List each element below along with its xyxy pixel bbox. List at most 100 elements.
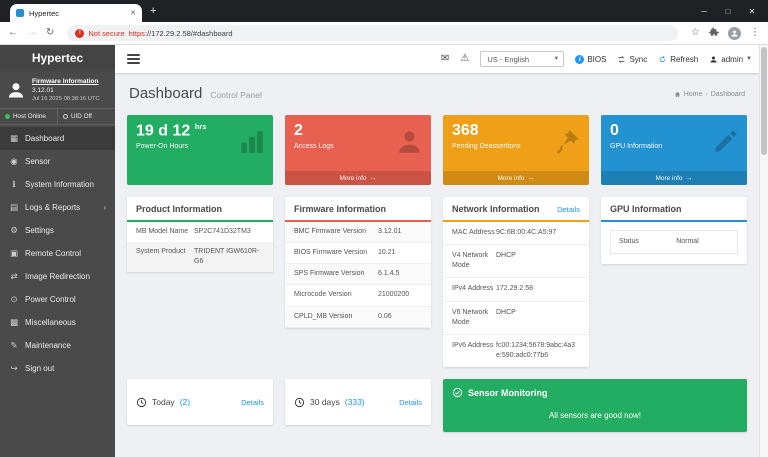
chevron-down-icon: ▼	[746, 56, 752, 62]
more-info-link[interactable]: More info	[601, 171, 747, 185]
remote-control-icon: ▣	[9, 248, 19, 259]
sensor-monitoring-panel: Sensor Monitoring All sensors are good n…	[443, 379, 747, 432]
language-select[interactable]: US - English ▼	[480, 51, 564, 67]
clock-icon	[136, 397, 147, 408]
brand-logo: Hypertec	[0, 45, 115, 71]
row-value: TRIDENT IGW610R-G6	[194, 247, 264, 267]
sidebar-item-miscellaneous[interactable]: ▩ Miscellaneous	[0, 311, 115, 334]
month-details-link[interactable]: Details	[399, 398, 422, 407]
more-info-link[interactable]: More info	[443, 171, 589, 185]
uid-led-icon	[63, 114, 68, 119]
row-label: SPS Firmware Version	[294, 269, 378, 279]
sidebar-item-dashboard[interactable]: ▦ Dashboard	[0, 127, 115, 150]
row-value: DHCP	[496, 308, 580, 328]
today-details-link[interactable]: Details	[241, 398, 264, 407]
row-value: fc00:1234:5678:9abc:4a3e:590:adc0:77b6	[496, 341, 580, 361]
browser-profile-avatar[interactable]	[728, 27, 741, 40]
scrollbar-thumb[interactable]	[761, 47, 767, 155]
sidebar-item-sensor[interactable]: ◉ Sensor	[0, 150, 115, 173]
sidebar-item-maintenance[interactable]: ✎ Maintenance	[0, 334, 115, 357]
sidebar-item-sign-out[interactable]: ↪ Sign out	[0, 357, 115, 380]
row-value: 3.12.01	[378, 227, 422, 237]
network-details-link[interactable]: Details	[557, 205, 580, 214]
new-tab-button[interactable]: +	[150, 5, 156, 17]
main-area: ✉ ⚠ US - English ▼ i BIOS Sync	[115, 45, 768, 457]
row-value: SP2C741D32TM3	[194, 227, 251, 237]
browser-tab[interactable]: Hypertec ✕	[10, 4, 142, 22]
check-circle-icon	[452, 387, 463, 398]
host-online-dot-icon	[5, 114, 10, 119]
sidebar-item-image-redirection[interactable]: ⇄ Image Redirection	[0, 265, 115, 288]
events-30-days-card[interactable]: 30 days (333) Details	[285, 379, 431, 425]
event-label: 30 days	[310, 397, 340, 407]
maintenance-icon: ✎	[9, 340, 19, 351]
user-menu[interactable]: admin ▼	[709, 55, 752, 64]
user-avatar-icon	[6, 80, 26, 100]
url-text[interactable]: https://172.29.2.58/#dashboard	[129, 29, 233, 38]
window-minimize-button[interactable]: ─	[692, 7, 716, 16]
table-row: System Product TRIDENT IGW610R-G6	[127, 242, 273, 272]
sidebar-item-system-information[interactable]: ℹ System Information	[0, 173, 115, 196]
table-row: Status Normal	[611, 231, 737, 253]
row-value: 21000200	[378, 290, 422, 300]
events-today-card[interactable]: Today (2) Details	[127, 379, 273, 425]
breadcrumb-separator: ›	[705, 91, 707, 98]
stat-card-gpu-information[interactable]: 0 GPU Information More info	[601, 115, 747, 185]
not-secure-icon[interactable]: !	[75, 29, 84, 38]
stat-card-pending-deassertions[interactable]: 368 Pending Deassertions More info	[443, 115, 589, 185]
firmware-version: 3.12.01	[32, 87, 100, 94]
table-row: BIOS Firmware Version 10.21	[285, 243, 431, 264]
row-label: System Product	[136, 247, 194, 267]
extensions-icon[interactable]	[709, 27, 719, 40]
refresh-button[interactable]: Refresh	[658, 55, 698, 64]
browser-menu-icon[interactable]: ⋮	[750, 28, 760, 38]
bookmark-star-icon[interactable]: ☆	[691, 28, 700, 38]
sidebar-item-power-control[interactable]: ⊙ Power Control	[0, 288, 115, 311]
panel-title: Product Information	[127, 197, 273, 222]
table-row: SPS Firmware Version 6.1.4.5	[285, 264, 431, 285]
warning-icon[interactable]: ⚠	[460, 54, 469, 64]
stat-card-power-on-hours[interactable]: 19 d 12 hrs Power-On Hours	[127, 115, 273, 185]
stat-value: 0	[610, 123, 738, 140]
uid-status[interactable]: UID Off	[57, 109, 115, 124]
page-title: Dashboard	[129, 85, 202, 102]
hamburger-menu-icon[interactable]	[127, 52, 140, 66]
power-icon: ⊙	[9, 294, 19, 305]
stat-card-access-logs[interactable]: 2 Access Logs More info	[285, 115, 431, 185]
firmware-information-link[interactable]: Firmware Information	[32, 78, 100, 85]
sidebar-item-logs-reports[interactable]: ▤ Logs & Reports ›	[0, 196, 115, 219]
sidebar-item-remote-control[interactable]: ▣ Remote Control	[0, 242, 115, 265]
sync-button[interactable]: Sync	[617, 55, 647, 64]
breadcrumb-home[interactable]: Home	[684, 91, 703, 98]
panel-title: Sensor Monitoring	[468, 388, 548, 398]
more-info-link[interactable]: More info	[285, 171, 431, 185]
table-row: IPv4 Address 172.29.2.58	[443, 278, 589, 301]
address-bar[interactable]: ! Not secure https://172.29.2.58/#dashbo…	[67, 25, 678, 41]
table-row: MB Model Name SP2C741D32TM3	[127, 222, 273, 242]
row-value: Normal	[676, 237, 699, 247]
breadcrumb-current: Dashboard	[711, 91, 745, 98]
sidebar-item-settings[interactable]: ⚙ Settings	[0, 219, 115, 242]
tab-close-icon[interactable]: ✕	[130, 9, 136, 17]
panel-title: GPU Information	[601, 197, 747, 222]
bios-button[interactable]: i BIOS	[575, 55, 606, 64]
row-label: IPv6 Address	[452, 341, 496, 361]
forward-button[interactable]: →	[27, 28, 37, 38]
window-close-button[interactable]: ✕	[740, 7, 764, 16]
event-count: (2)	[180, 397, 190, 407]
clock-icon	[294, 397, 305, 408]
page-scrollbar[interactable]	[759, 45, 768, 457]
back-button[interactable]: ←	[8, 28, 18, 38]
status-row: Host Online UID Off	[0, 108, 115, 125]
sign-out-icon: ↪	[9, 363, 19, 374]
gear-icon: ⚙	[9, 225, 19, 236]
arrow-right-icon	[528, 175, 535, 182]
not-secure-label[interactable]: Not secure	[88, 29, 124, 38]
row-label: Microcode Version	[294, 290, 378, 300]
window-maximize-button[interactable]: □	[716, 7, 740, 16]
reload-button[interactable]: ↻	[46, 28, 54, 38]
sync-icon	[617, 55, 626, 64]
home-icon	[674, 91, 681, 98]
image-redirection-icon: ⇄	[9, 271, 19, 282]
mail-icon[interactable]: ✉	[441, 54, 449, 64]
